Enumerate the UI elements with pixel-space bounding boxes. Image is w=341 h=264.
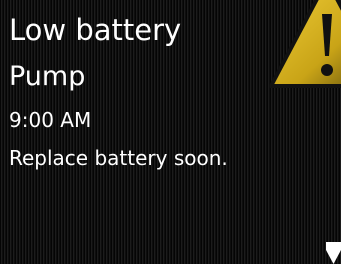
alert-source: Pump <box>9 61 86 92</box>
alert-title: Low battery <box>9 13 182 47</box>
alert-message: Replace battery soon. <box>9 146 228 170</box>
alert-screen: Low battery Pump 9:00 AM Replace battery… <box>0 0 341 264</box>
warning-triangle-icon <box>269 0 341 88</box>
alert-time: 9:00 AM <box>9 108 92 132</box>
down-arrow-icon[interactable] <box>326 240 341 264</box>
